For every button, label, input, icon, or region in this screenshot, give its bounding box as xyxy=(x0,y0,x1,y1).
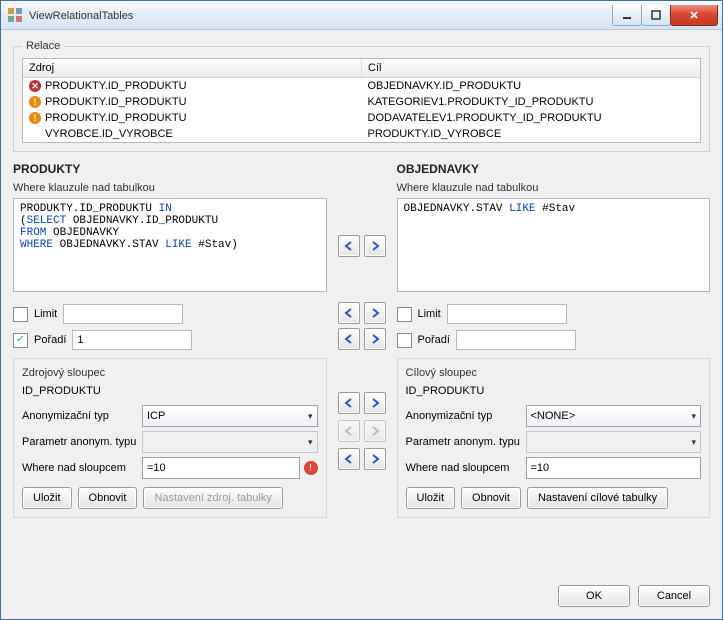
titlebar: ViewRelationalTables xyxy=(1,1,722,30)
left-limit-label: Limit xyxy=(34,308,57,320)
maximize-button[interactable] xyxy=(641,5,671,26)
col-header-target[interactable]: Cíl xyxy=(362,59,700,77)
chevron-down-icon: ▾ xyxy=(691,437,696,448)
right-anon-param-select: ▾ xyxy=(526,431,702,453)
dialog-footer: OK Cancel xyxy=(13,575,710,607)
table-row[interactable]: VYROBCE.ID_VYROBCE PRODUKTY.ID_VYROBCE xyxy=(23,126,700,142)
window-controls xyxy=(613,5,718,25)
table-row[interactable]: ! PRODUKTY.ID_PRODUKTU DODAVATELEV1.PRODUK… xyxy=(23,110,700,126)
left-settings-button: Nastavení zdroj. tabulky xyxy=(143,487,282,509)
left-column-group-title: Zdrojový sloupec xyxy=(22,367,318,379)
left-where-label: Where klauzule nad tabulkou xyxy=(13,182,327,194)
right-table-title: OBJEDNAVKY xyxy=(397,162,711,176)
anon-type-copy-right-button[interactable] xyxy=(364,392,386,414)
right-anon-param-label: Parametr anonym. typu xyxy=(406,436,526,448)
anon-type-copy-left-button[interactable] xyxy=(338,392,360,414)
left-where-col-label: Where nad sloupcem xyxy=(22,462,142,474)
cell-source: PRODUKTY.ID_PRODUKTU xyxy=(45,80,187,92)
error-icon: ! xyxy=(304,461,318,475)
table-row[interactable]: ! PRODUKTY.ID_PRODUKTU KATEGORIEV1.PRODUKT… xyxy=(23,94,700,110)
where-copy-left-button[interactable] xyxy=(338,235,360,257)
cell-target: DODAVATELEV1.PRODUKTY_ID_PRODUKTU xyxy=(368,112,602,124)
right-where-col-input[interactable] xyxy=(526,457,702,479)
cell-target: OBJEDNAVKY.ID_PRODUKTU xyxy=(368,80,522,92)
where-transfer-arrows xyxy=(335,160,389,292)
right-anon-type-label: Anonymizační typ xyxy=(406,410,526,422)
cancel-button[interactable]: Cancel xyxy=(638,585,710,607)
right-order-checkbox[interactable] xyxy=(397,333,412,348)
right-anon-type-select[interactable]: <NONE>▾ xyxy=(526,405,702,427)
cell-target: PRODUKTY.ID_VYROBCE xyxy=(368,128,502,140)
column-transfer-arrows xyxy=(335,352,389,518)
chevron-down-icon: ▾ xyxy=(308,437,313,448)
order-copy-right-button[interactable] xyxy=(364,328,386,350)
relations-table[interactable]: Zdroj Cíl ✕ PRODUKTY.ID_PRODUKTU OBJEDNAVK… xyxy=(22,58,701,143)
left-column-value: ID_PRODUKTU xyxy=(22,385,318,397)
left-order-checkbox[interactable] xyxy=(13,333,28,348)
cell-target: KATEGORIEV1.PRODUKTY_ID_PRODUKTU xyxy=(368,96,594,108)
right-save-button[interactable]: Uložit xyxy=(406,487,456,509)
right-refresh-button[interactable]: Obnovit xyxy=(461,487,521,509)
right-limit-checkbox[interactable] xyxy=(397,307,412,322)
limit-copy-right-button[interactable] xyxy=(364,302,386,324)
cell-source: VYROBCE.ID_VYROBCE xyxy=(45,128,173,140)
left-where-col-input[interactable] xyxy=(142,457,300,479)
left-anon-type-select[interactable]: ICP▾ xyxy=(142,405,318,427)
where-copy-right-button[interactable] xyxy=(364,235,386,257)
left-table-title: PRODUKTY xyxy=(13,162,327,176)
chevron-down-icon: ▾ xyxy=(308,411,313,422)
right-column-group: Cílový sloupec ID_PRODUKTU Anonymizační … xyxy=(397,358,711,518)
cell-source: PRODUKTY.ID_PRODUKTU xyxy=(45,112,187,124)
right-limit-label: Limit xyxy=(418,308,441,320)
col-header-source[interactable]: Zdroj xyxy=(23,59,362,77)
warning-icon: ! xyxy=(29,96,41,108)
table-row[interactable]: ✕ PRODUKTY.ID_PRODUKTU OBJEDNAVKY.ID_PRODU… xyxy=(23,78,700,94)
left-save-button[interactable]: Uložit xyxy=(22,487,72,509)
ok-button[interactable]: OK xyxy=(558,585,630,607)
cell-source: PRODUKTY.ID_PRODUKTU xyxy=(45,96,187,108)
warning-icon: ! xyxy=(29,112,41,124)
where-col-copy-left-button[interactable] xyxy=(338,448,360,470)
right-where-label: Where klauzule nad tabulkou xyxy=(397,182,711,194)
left-order-input[interactable] xyxy=(72,330,192,350)
minimize-button[interactable] xyxy=(612,5,642,26)
left-column-group: Zdrojový sloupec ID_PRODUKTU Anonymizačn… xyxy=(13,358,327,518)
chevron-down-icon: ▾ xyxy=(691,411,696,422)
relations-group: Relace Zdroj Cíl ✕ PRODUKTY.ID_PRODUKTU OB… xyxy=(13,40,710,152)
right-limit-input[interactable] xyxy=(447,304,567,324)
limit-copy-left-button[interactable] xyxy=(338,302,360,324)
right-order-input[interactable] xyxy=(456,330,576,350)
left-limit-checkbox[interactable] xyxy=(13,307,28,322)
left-where-textarea[interactable]: PRODUKTY.ID_PRODUKTU IN (SELECT OBJEDNAV… xyxy=(13,198,327,292)
order-copy-left-button[interactable] xyxy=(338,328,360,350)
close-button[interactable] xyxy=(670,5,718,26)
right-where-col-label: Where nad sloupcem xyxy=(406,462,526,474)
blank-icon xyxy=(29,128,41,140)
anon-param-copy-right-button xyxy=(364,420,386,442)
right-order-label: Pořadí xyxy=(418,334,450,346)
anon-param-copy-left-button xyxy=(338,420,360,442)
where-col-copy-right-button[interactable] xyxy=(364,448,386,470)
error-icon: ✕ xyxy=(29,80,41,92)
relations-table-head: Zdroj Cíl xyxy=(23,59,700,78)
right-settings-button[interactable]: Nastavení cílové tabulky xyxy=(527,487,668,509)
left-refresh-button[interactable]: Obnovit xyxy=(78,487,138,509)
window: ViewRelationalTables Relace Zdroj Cíl ✕ P… xyxy=(0,0,723,620)
left-order-label: Pořadí xyxy=(34,334,66,346)
client-area: Relace Zdroj Cíl ✕ PRODUKTY.ID_PRODUKTU OB… xyxy=(1,30,722,619)
relations-legend: Relace xyxy=(22,40,64,52)
right-column-value: ID_PRODUKTU xyxy=(406,385,702,397)
right-column-group-title: Cílový sloupec xyxy=(406,367,702,379)
window-title: ViewRelationalTables xyxy=(29,9,613,22)
left-anon-type-label: Anonymizační typ xyxy=(22,410,142,422)
app-icon xyxy=(7,7,23,23)
left-anon-param-label: Parametr anonym. typu xyxy=(22,436,142,448)
left-anon-param-select: ▾ xyxy=(142,431,318,453)
right-where-textarea[interactable]: OBJEDNAVKY.STAV LIKE #Stav xyxy=(397,198,711,292)
left-limit-input[interactable] xyxy=(63,304,183,324)
